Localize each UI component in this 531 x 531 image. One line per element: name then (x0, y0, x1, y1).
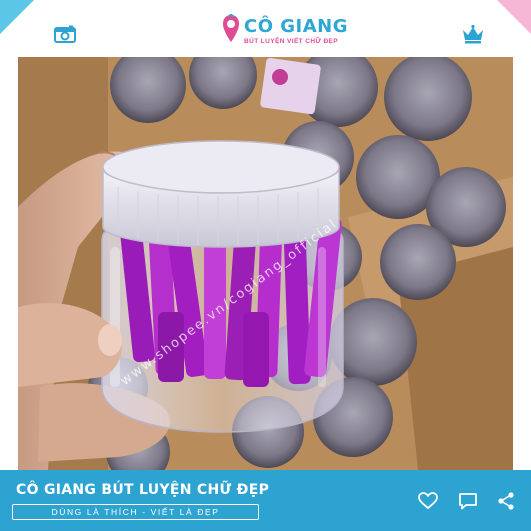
camera-icon[interactable] (54, 25, 76, 43)
brand-logo: CÔ GIANG BÚT LUYỆN VIẾT CHỮ ĐẸP (222, 14, 362, 50)
map-pin-icon (223, 14, 239, 42)
logo-subtitle: BÚT LUYỆN VIẾT CHỮ ĐẸP (244, 38, 339, 45)
product-photo: www.shopee.vn/cogiang_official (18, 57, 513, 470)
header: CÔ GIANG BÚT LUYỆN VIẾT CHỮ ĐẸP (0, 0, 531, 56)
chat-icon[interactable] (458, 491, 478, 511)
frame: CÔ GIANG BÚT LUYỆN VIẾT CHỮ ĐẸP www.shop… (0, 0, 531, 531)
footer-title: CÔ GIANG BÚT LUYỆN CHỮ ĐẸP (16, 482, 270, 498)
logo-title: CÔ GIANG (244, 16, 349, 37)
ink-jar (101, 140, 344, 433)
photo-scene (18, 57, 513, 470)
heart-icon[interactable] (418, 491, 438, 511)
footer-bar: CÔ GIANG BÚT LUYỆN CHỮ ĐẸP DÙNG LÀ THÍCH… (0, 470, 531, 531)
footer-slogan: DÙNG LÀ THÍCH - VIẾT LÀ ĐẸP (12, 504, 259, 520)
crown-icon[interactable] (461, 24, 485, 44)
share-icon[interactable] (496, 491, 516, 511)
